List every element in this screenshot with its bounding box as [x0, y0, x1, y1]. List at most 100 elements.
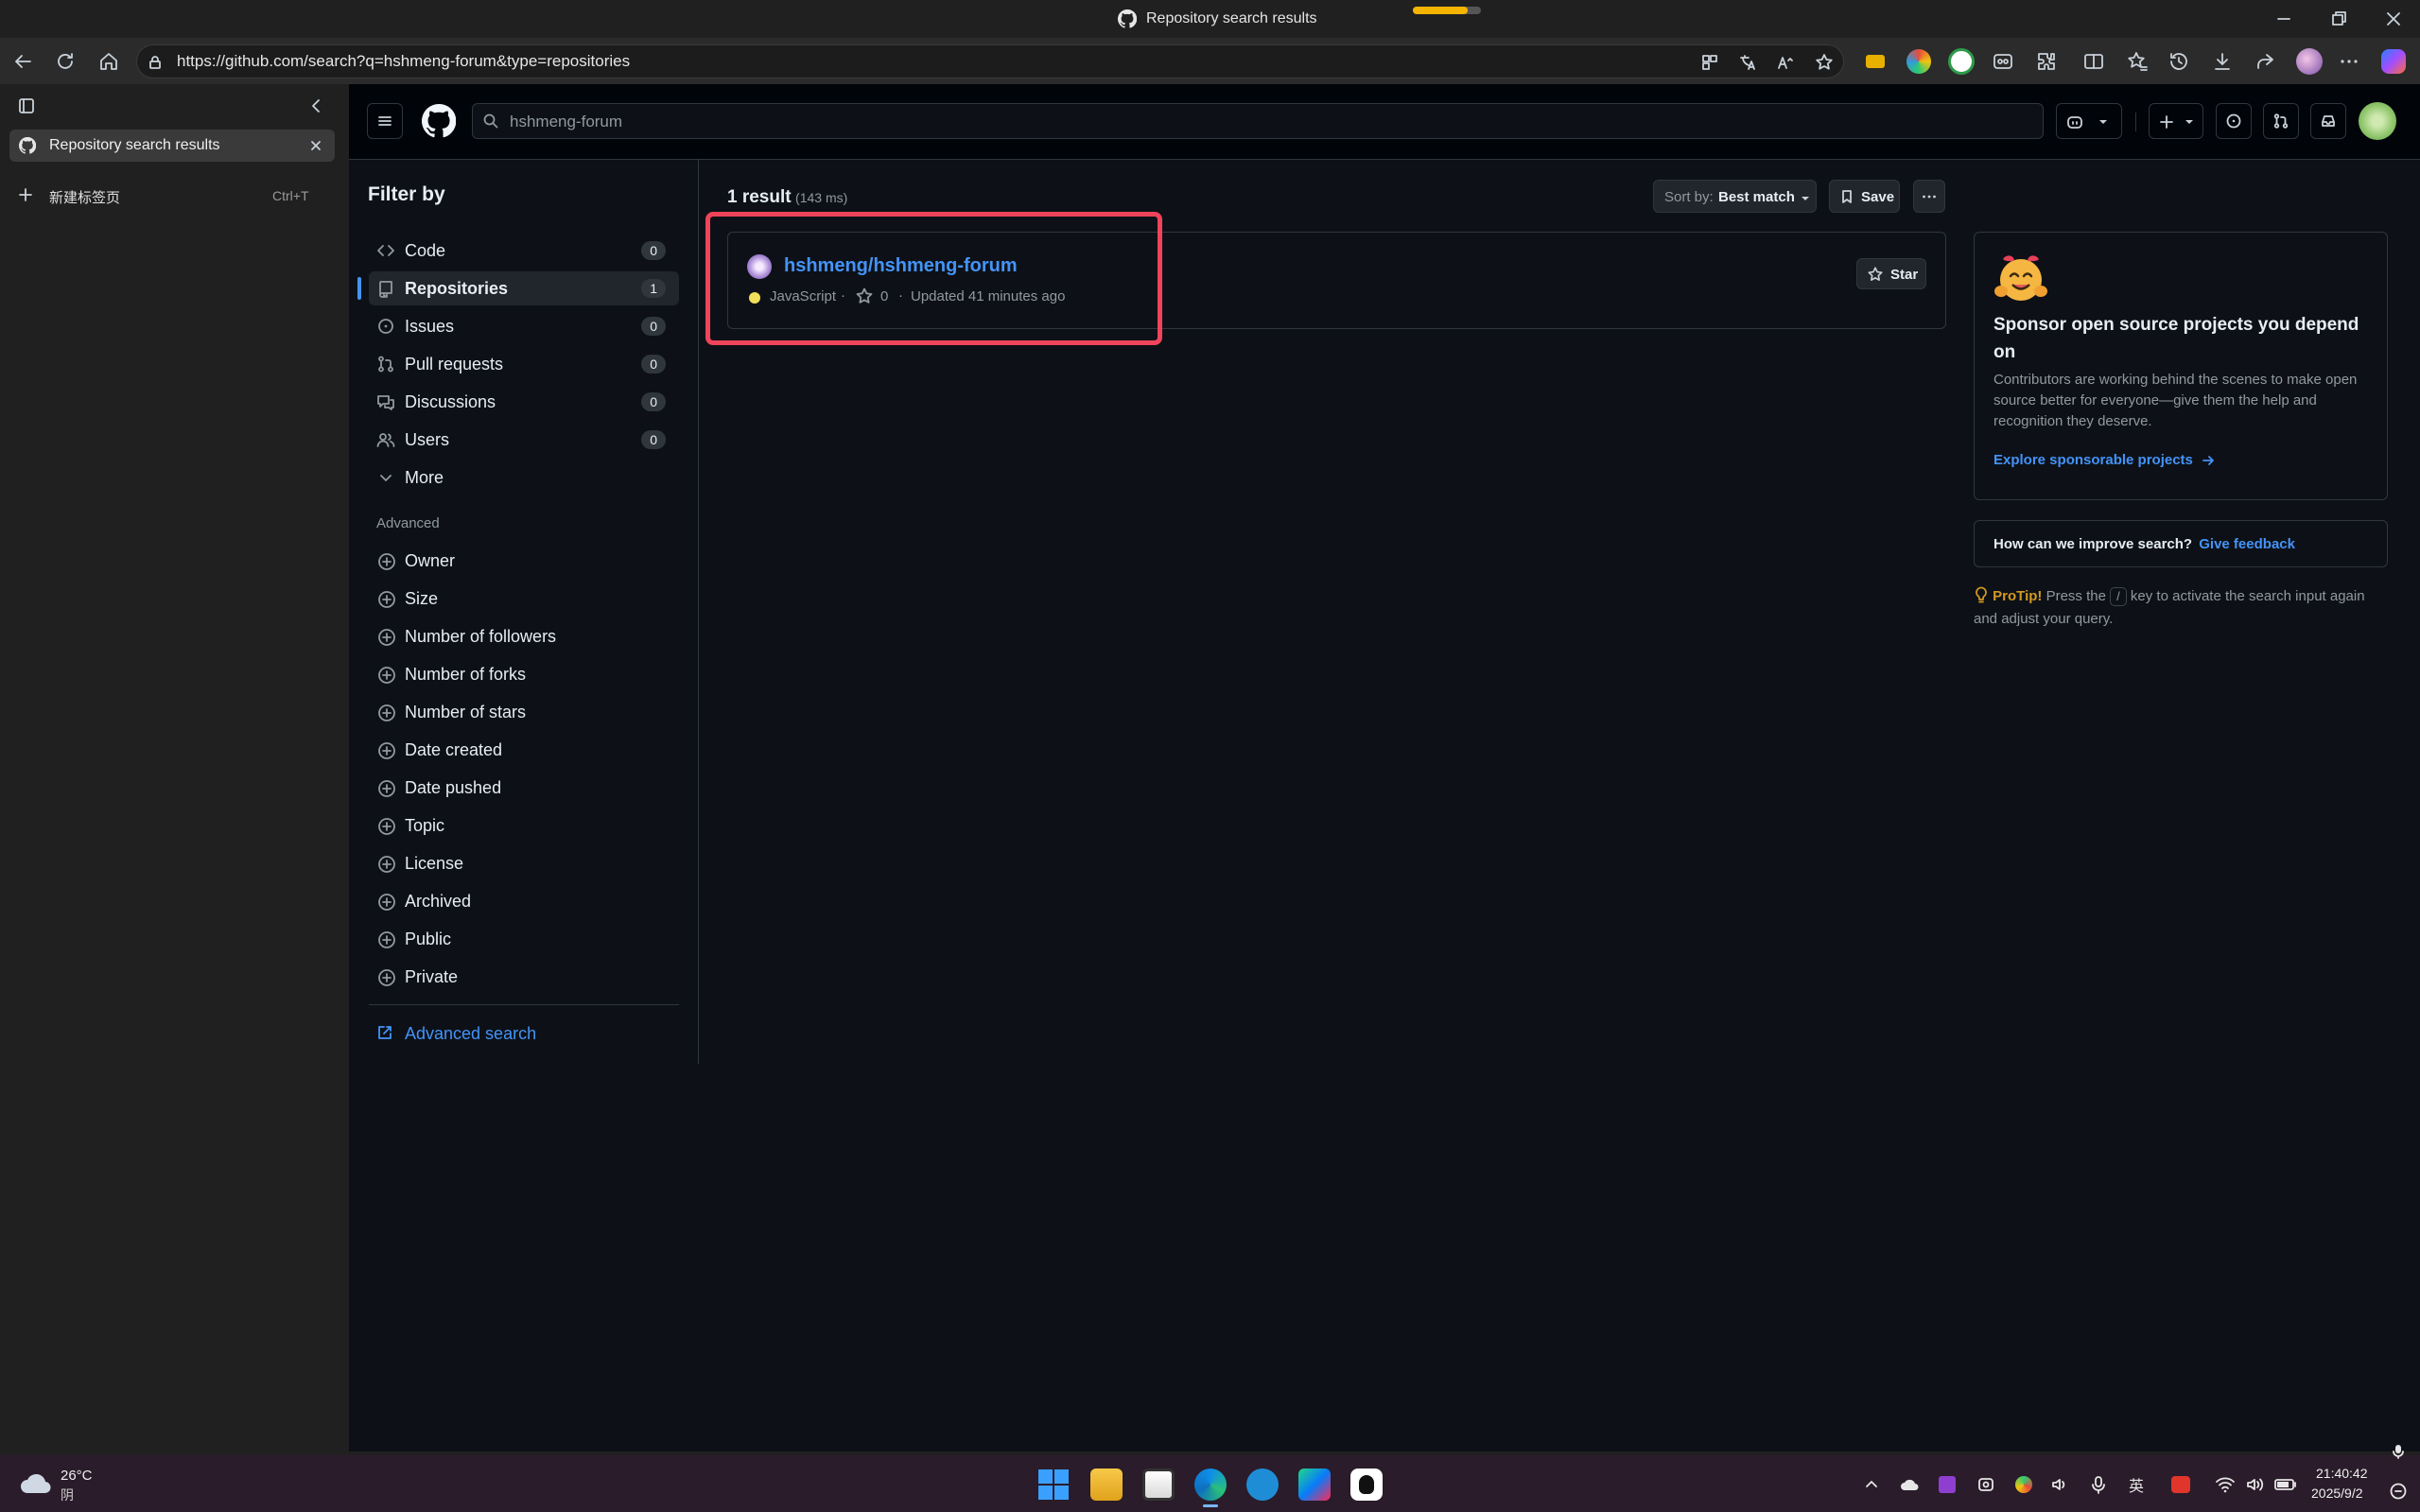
tab-repository-search-results[interactable]: Repository search results	[9, 130, 335, 162]
lock-icon[interactable]	[147, 54, 164, 71]
advanced-license[interactable]: License	[369, 847, 679, 879]
clock-date[interactable]: 2025/9/2	[2311, 1486, 2363, 1501]
github-logo-icon[interactable]	[422, 104, 456, 138]
sort-dropdown[interactable]: Sort by: Best match	[1653, 180, 1817, 213]
create-new-button[interactable]	[2149, 103, 2203, 139]
share-icon[interactable]	[2254, 50, 2276, 73]
copilot-button[interactable]	[2056, 103, 2122, 139]
plus-circle-icon	[378, 704, 395, 721]
copilot-icon	[2067, 116, 2082, 129]
downloads-icon[interactable]	[2211, 50, 2234, 73]
favorite-star-icon[interactable]	[1814, 52, 1835, 73]
advanced-owner[interactable]: Owner	[369, 545, 679, 577]
back-icon[interactable]	[11, 50, 34, 73]
close-window-icon[interactable]	[2384, 9, 2403, 28]
chevron-up-icon[interactable]	[1863, 1476, 1880, 1493]
translate-icon[interactable]	[1738, 53, 1757, 72]
split-screen-icon[interactable]	[2082, 50, 2105, 73]
microphone-icon[interactable]	[2090, 1475, 2107, 1494]
advanced-label: Owner	[405, 551, 456, 570]
protip-pre: Press the	[2046, 588, 2106, 604]
issues-button[interactable]	[2216, 103, 2252, 139]
save-button[interactable]: Save	[1829, 180, 1900, 213]
vscode-like-icon[interactable]	[1246, 1469, 1279, 1501]
inbox-button[interactable]	[2310, 103, 2346, 139]
ime-indicator[interactable]: 英	[2129, 1473, 2144, 1496]
tray-app-icon-2[interactable]	[1976, 1475, 1995, 1494]
filter-discussions[interactable]: Discussions 0	[369, 385, 679, 419]
advanced-label: Date pushed	[405, 778, 502, 797]
user-avatar[interactable]	[2359, 102, 2396, 140]
app-available-icon[interactable]	[1700, 53, 1719, 72]
home-icon[interactable]	[97, 50, 120, 73]
weather-widget[interactable]: 26°C 阴	[19, 1466, 132, 1503]
advanced-date-pushed[interactable]: Date pushed	[369, 772, 679, 804]
filter-repositories[interactable]: Repositories 1	[357, 271, 679, 305]
volume-icon[interactable]	[2245, 1475, 2266, 1494]
copilot-icon[interactable]	[2381, 49, 2406, 74]
give-feedback-link[interactable]: Give feedback	[2199, 536, 2295, 552]
qq-icon[interactable]	[1350, 1469, 1383, 1501]
filter-more[interactable]: More	[369, 461, 679, 495]
advanced-search-link[interactable]: Advanced search	[376, 1021, 622, 1048]
edge-browser-icon[interactable]	[1194, 1469, 1227, 1501]
store-icon[interactable]	[1142, 1469, 1175, 1501]
advanced-stars[interactable]: Number of stars	[369, 696, 679, 728]
new-tab-button[interactable]: 新建标签页 Ctrl+T	[9, 180, 335, 212]
sponsor-card: Sponsor open source projects you depend …	[1974, 232, 2388, 500]
advanced-followers[interactable]: Number of followers	[369, 620, 679, 652]
collapse-sidebar-icon[interactable]	[307, 96, 326, 115]
read-aloud-icon[interactable]	[1776, 53, 1795, 72]
tray-app-icon-1[interactable]	[1939, 1476, 1956, 1493]
hamburger-menu-button[interactable]	[367, 103, 403, 139]
window-title: Repository search results	[1146, 10, 1317, 26]
wifi-icon[interactable]	[2215, 1475, 2236, 1494]
kebab-horizontal-icon	[1923, 195, 1936, 199]
favorites-icon[interactable]	[2126, 50, 2149, 73]
more-options-button[interactable]	[1913, 180, 1945, 213]
extensions-puzzle-icon[interactable]	[2035, 50, 2058, 73]
more-menu-icon[interactable]	[2338, 50, 2360, 73]
close-tab-icon[interactable]	[308, 138, 323, 153]
search-query[interactable]: hshmeng-forum	[510, 113, 622, 131]
advanced-archived[interactable]: Archived	[369, 885, 679, 917]
profile-avatar[interactable]	[2296, 48, 2323, 75]
tab-actions-icon[interactable]	[17, 96, 36, 115]
filter-code[interactable]: Code 0	[369, 234, 679, 268]
extension-icon-4[interactable]	[1992, 50, 2014, 73]
voice-typing-icon[interactable]	[2391, 1444, 2406, 1459]
sogou-icon[interactable]	[2171, 1476, 2190, 1493]
star-button[interactable]: Star	[1856, 258, 1926, 289]
clock-time[interactable]: 21:40:42	[2316, 1466, 2368, 1481]
extension-icon-3[interactable]	[1948, 48, 1975, 75]
advanced-public[interactable]: Public	[369, 923, 679, 955]
advanced-date-created[interactable]: Date created	[369, 734, 679, 766]
battery-icon[interactable]	[2273, 1475, 2298, 1494]
tray-app-icon-3[interactable]	[2015, 1476, 2032, 1493]
advanced-size[interactable]: Size	[369, 582, 679, 615]
extension-icon-2[interactable]	[1906, 49, 1931, 74]
history-icon[interactable]	[2168, 50, 2190, 73]
advanced-private[interactable]: Private	[369, 961, 679, 993]
explore-sponsorable-link[interactable]: Explore sponsorable projects	[1993, 452, 2216, 473]
minimize-icon[interactable]	[2274, 9, 2293, 28]
file-explorer-icon[interactable]	[1090, 1469, 1123, 1501]
webstorm-icon[interactable]	[1298, 1469, 1331, 1501]
address-bar[interactable]: https://github.com/search?q=hshmeng-foru…	[136, 44, 1844, 78]
sponsor-title: Sponsor open source projects you depend …	[1993, 315, 2359, 362]
url-text[interactable]: https://github.com/search?q=hshmeng-foru…	[177, 52, 630, 71]
advanced-forks[interactable]: Number of forks	[369, 658, 679, 690]
onedrive-icon[interactable]	[1899, 1476, 1920, 1493]
start-button[interactable]	[1038, 1469, 1069, 1500]
filter-users[interactable]: Users 0	[369, 423, 679, 457]
pull-requests-button[interactable]	[2263, 103, 2299, 139]
notification-icon[interactable]	[2389, 1482, 2408, 1501]
extension-icon-1[interactable]	[1863, 49, 1888, 74]
advanced-topic[interactable]: Topic	[369, 809, 679, 842]
restore-icon[interactable]	[2329, 9, 2348, 28]
tray-audio-icon[interactable]	[2050, 1475, 2069, 1494]
github-search-input[interactable]: hshmeng-forum	[472, 103, 2044, 139]
reload-icon[interactable]	[54, 50, 77, 73]
filter-pull-requests[interactable]: Pull requests 0	[369, 347, 679, 381]
filter-issues[interactable]: Issues 0	[369, 309, 679, 343]
